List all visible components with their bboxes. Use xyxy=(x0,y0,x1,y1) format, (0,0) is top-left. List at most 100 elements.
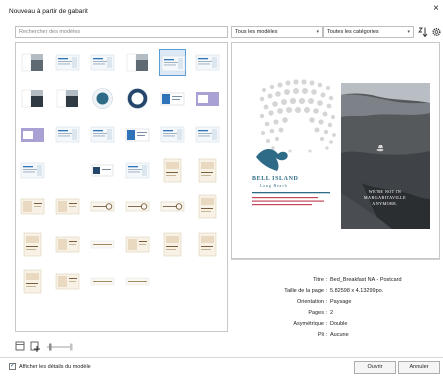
template-thumbnail[interactable] xyxy=(54,193,81,220)
thumbnail-shape xyxy=(164,64,176,66)
template-thumbnail[interactable] xyxy=(89,49,116,76)
template-thumbnail[interactable] xyxy=(194,157,221,184)
thumbnail-shape xyxy=(201,236,214,243)
thumbnail-shape xyxy=(58,135,70,137)
page-view-icon[interactable] xyxy=(15,341,25,351)
detail-label: Asymétrique : xyxy=(293,321,327,327)
template-thumbnails-panel[interactable] xyxy=(15,42,228,332)
thumbnail-shape xyxy=(69,206,76,207)
thumbnail-image xyxy=(196,92,219,106)
thumbnail-image xyxy=(55,198,80,215)
sort-icon[interactable] xyxy=(418,26,428,38)
template-thumbnail[interactable] xyxy=(89,193,116,220)
show-details-checkbox[interactable]: ✓ xyxy=(9,363,16,370)
template-thumbnail[interactable] xyxy=(19,157,46,184)
thumbnail-shape xyxy=(201,162,214,169)
thumbnail-shape xyxy=(163,135,175,137)
thumbnail-shape xyxy=(163,130,173,132)
thumbnail-image xyxy=(195,54,220,71)
thumbnail-shape xyxy=(166,249,176,250)
thumbnail-shape xyxy=(164,59,174,61)
template-thumbnail[interactable] xyxy=(159,157,186,184)
template-thumbnail[interactable] xyxy=(54,231,81,258)
thumbnail-shape xyxy=(166,172,178,173)
template-thumbnail[interactable] xyxy=(124,121,151,148)
search-input[interactable] xyxy=(15,26,228,38)
thumbnail-image xyxy=(21,53,43,72)
thumbnail-shape xyxy=(26,236,39,243)
template-thumbnail[interactable] xyxy=(19,231,46,258)
add-page-icon[interactable] xyxy=(30,341,40,352)
thumbnail-image xyxy=(92,88,113,109)
thumbnail-shape xyxy=(102,169,111,170)
thumbnail-shape xyxy=(201,175,211,176)
models-filter-dropdown[interactable]: Tous les modèles ▾ xyxy=(231,26,323,38)
thumbnail-shape xyxy=(107,57,112,68)
detail-row-pages: Pages : 2 xyxy=(231,309,440,318)
template-thumbnail[interactable] xyxy=(124,193,151,220)
template-thumbnail[interactable] xyxy=(194,49,221,76)
thumbnail-shape xyxy=(166,175,176,176)
thumbnail-shape xyxy=(34,203,42,204)
template-thumbnail[interactable] xyxy=(89,231,116,258)
thumbnail-shape xyxy=(201,249,211,250)
detail-value: Aucune xyxy=(330,332,349,338)
categories-filter-value: Toutes les catégories xyxy=(327,29,379,35)
thumbnail-image xyxy=(90,54,115,71)
template-thumbnail[interactable] xyxy=(194,193,221,220)
template-thumbnail[interactable] xyxy=(89,157,116,184)
template-thumbnail[interactable] xyxy=(19,193,46,220)
template-thumbnail[interactable] xyxy=(54,49,81,76)
template-thumbnail[interactable] xyxy=(159,85,186,112)
thumbnail-image xyxy=(160,201,185,212)
show-details-label: Afficher les détails du modèle xyxy=(19,364,91,370)
template-thumbnail[interactable] xyxy=(89,85,116,112)
thumbnail-shape xyxy=(142,165,147,176)
close-button[interactable]: × xyxy=(431,4,441,14)
template-thumbnail[interactable] xyxy=(19,85,46,112)
thumbnail-shape xyxy=(93,133,107,134)
window-title: Nouveau à partir de gabarit xyxy=(9,8,88,15)
template-thumbnail[interactable] xyxy=(19,49,46,76)
template-thumbnail[interactable] xyxy=(124,85,151,112)
template-thumbnail[interactable] xyxy=(159,49,186,76)
template-thumbnail[interactable] xyxy=(19,268,46,295)
template-thumbnail[interactable] xyxy=(124,49,151,76)
template-thumbnail[interactable] xyxy=(54,121,81,148)
thumbnail-image xyxy=(198,194,217,219)
open-button[interactable]: Ouvrir xyxy=(354,361,396,374)
categories-filter-dropdown[interactable]: Toutes les catégories ▾ xyxy=(323,26,414,38)
thumbnail-image xyxy=(90,277,115,286)
gear-icon[interactable] xyxy=(431,26,442,38)
detail-label: Pages : xyxy=(308,310,327,316)
template-thumbnail[interactable] xyxy=(194,85,221,112)
detail-value: 5.82598 x 4.13299po. xyxy=(330,288,384,294)
thumbnail-shape xyxy=(58,58,68,60)
template-thumbnail[interactable] xyxy=(124,157,151,184)
thumbnail-shape xyxy=(23,169,37,170)
template-preview-panel: BELL ISLAND Long Beach WE'RE NOT IN MARG… xyxy=(231,42,440,259)
template-thumbnail[interactable] xyxy=(159,121,186,148)
template-thumbnail[interactable] xyxy=(124,268,151,295)
thumbnail-shape xyxy=(69,203,77,204)
template-thumbnail[interactable] xyxy=(194,231,221,258)
template-thumbnail[interactable] xyxy=(159,231,186,258)
template-thumbnail[interactable] xyxy=(89,268,116,295)
detail-row-page-size: Taille de la page : 5.82598 x 4.13299po. xyxy=(231,287,440,296)
detail-value: 2 xyxy=(330,310,334,316)
detail-row-orientation: Orientation : Paysage xyxy=(231,298,440,307)
template-thumbnail[interactable] xyxy=(194,121,221,148)
thumbnail-size-slider[interactable] xyxy=(47,343,73,351)
template-thumbnail[interactable] xyxy=(54,85,81,112)
thumbnail-shape xyxy=(23,131,33,139)
thumbnail-image xyxy=(160,92,185,106)
template-thumbnail[interactable] xyxy=(159,193,186,220)
thumbnail-image xyxy=(125,201,150,212)
template-thumbnail[interactable] xyxy=(124,231,151,258)
thumbnail-shape xyxy=(93,130,103,132)
template-thumbnail[interactable] xyxy=(89,121,116,148)
template-thumbnail[interactable] xyxy=(54,268,81,295)
template-thumbnail[interactable] xyxy=(19,121,46,148)
cancel-button[interactable]: Annuler xyxy=(398,361,440,374)
thumbnail-image xyxy=(125,236,150,253)
